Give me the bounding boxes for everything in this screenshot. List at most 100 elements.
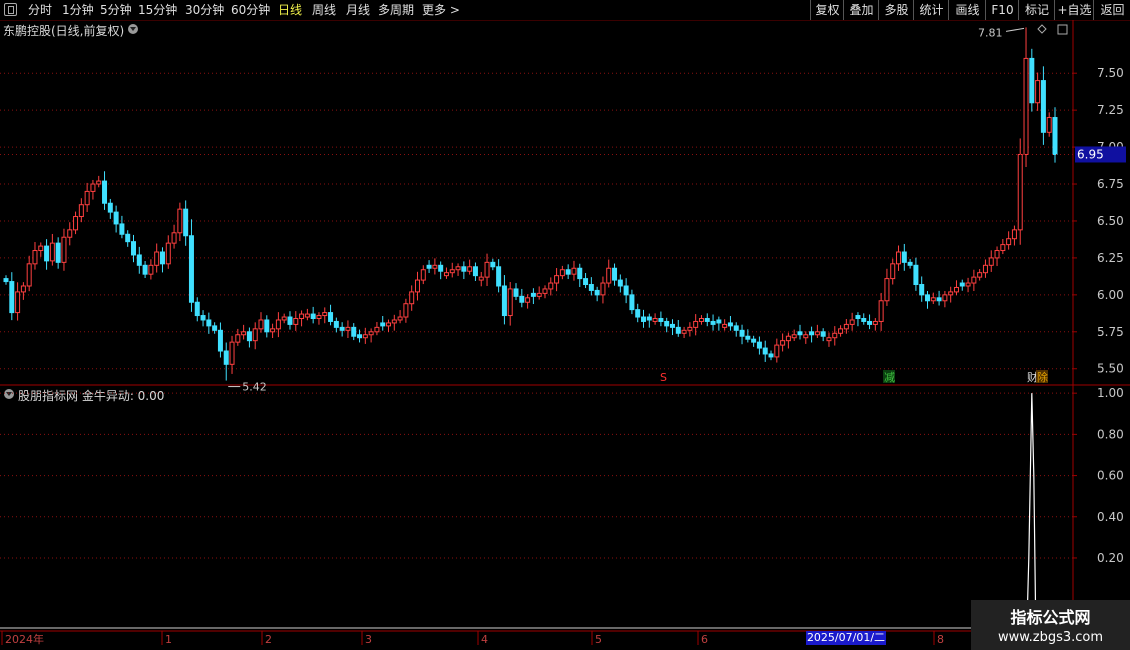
candle-body-74 [432, 264, 438, 269]
candle-body-179 [1040, 80, 1046, 133]
candle-body-37 [217, 329, 223, 352]
candle-body-92 [536, 292, 542, 297]
candle-body-73 [426, 264, 432, 269]
candle-body-80 [467, 266, 473, 272]
candle-body-4 [26, 263, 32, 287]
candle-body-43 [252, 328, 258, 342]
event-marker-3: 除 [1037, 370, 1048, 384]
candle-body-16 [96, 180, 102, 185]
candle-body-71 [414, 279, 420, 293]
candle-body-46 [270, 328, 276, 333]
candle-body-50 [293, 318, 299, 325]
candle-body-47 [275, 319, 281, 330]
time-label-3: 3 [365, 633, 372, 646]
candle-body-173 [1006, 238, 1012, 246]
candle-body-24 [142, 264, 148, 275]
candle-body-100 [583, 278, 589, 286]
candle-body-63 [368, 331, 374, 336]
candle-body-1 [9, 281, 15, 314]
candle-body-107 [623, 285, 629, 296]
candle-body-84 [490, 261, 496, 268]
crosshair-date-label: 2025/07/01/二 [806, 631, 886, 645]
candle-body-131 [762, 347, 768, 355]
candle-body-7 [44, 245, 50, 262]
max-price-label: 7.81 [978, 26, 1003, 39]
candle-body-78 [455, 266, 461, 271]
candle-body-44 [258, 319, 264, 330]
candle-body-31 [183, 208, 189, 237]
candle-body-53 [310, 313, 316, 320]
candle-body-69 [403, 303, 409, 318]
candle-body-45 [264, 319, 270, 333]
candle-body-72 [420, 269, 426, 281]
candle-body-149 [867, 320, 873, 325]
candle-body-13 [78, 204, 84, 218]
candle-body-175 [1017, 153, 1023, 231]
candle-body-91 [530, 292, 536, 297]
candle-body-58 [339, 326, 345, 331]
candle-body-123 [716, 319, 722, 324]
candle-body-155 [901, 251, 907, 263]
candle-body-40 [235, 334, 241, 343]
candle-body-23 [136, 254, 142, 266]
diamond-icon [1037, 24, 1047, 34]
current-price-label: 6.95 [1077, 147, 1104, 161]
candle-body-114 [664, 320, 670, 327]
candle-body-68 [397, 316, 403, 321]
candle-body-89 [519, 295, 525, 303]
candle-body-161 [936, 297, 942, 302]
candle-body-85 [496, 266, 502, 287]
main-tick-label-3: 6.75 [1097, 177, 1124, 191]
candle-body-66 [386, 322, 392, 327]
candle-body-135 [785, 335, 791, 342]
candle-body-163 [948, 291, 954, 296]
stock-chart[interactable]: 7.507.257.006.756.506.256.005.755.501.00… [0, 0, 1130, 650]
candle-body-136 [791, 334, 797, 339]
candle-body-29 [171, 232, 177, 244]
candle-body-153 [890, 263, 896, 280]
ind-tick-label-1: 0.80 [1097, 427, 1124, 441]
candle-body-133 [774, 344, 780, 358]
candle-body-164 [953, 286, 959, 293]
candle-body-128 [745, 335, 751, 340]
panel-max-icon [1057, 24, 1068, 35]
candle-body-60 [351, 326, 357, 337]
candle-body-64 [374, 326, 380, 333]
candle-body-32 [188, 235, 194, 303]
candle-body-86 [501, 285, 507, 317]
candle-body-81 [472, 266, 478, 277]
time-label-6: 6 [701, 633, 708, 646]
candle-body-174 [1011, 229, 1017, 240]
candle-body-126 [733, 325, 739, 331]
candle-body-70 [409, 291, 415, 305]
candle-body-67 [391, 319, 397, 324]
main-tick-label-6: 6.00 [1097, 288, 1124, 302]
candle-body-154 [896, 251, 902, 265]
candle-body-151 [878, 300, 884, 322]
candle-body-21 [125, 233, 131, 243]
ind-tick-label-4: 0.20 [1097, 551, 1124, 565]
candle-body-27 [159, 251, 165, 265]
candle-body-170 [988, 257, 994, 266]
main-tick-label-8: 5.50 [1097, 362, 1124, 376]
candle-body-5 [32, 250, 38, 265]
candle-body-90 [525, 297, 531, 303]
candle-body-8 [49, 242, 55, 262]
candle-body-148 [861, 318, 867, 322]
time-label-8: 8 [937, 633, 944, 646]
main-tick-label-5: 6.25 [1097, 251, 1124, 265]
watermark-title: 指标公式网 [1010, 608, 1091, 627]
indicator-line [1026, 393, 1037, 631]
candle-body-137 [797, 331, 803, 336]
candle-body-165 [959, 282, 965, 287]
candle-body-54 [316, 315, 322, 320]
candle-body-98 [571, 267, 577, 275]
candle-body-124 [722, 323, 728, 328]
candle-body-115 [669, 323, 675, 328]
candle-body-166 [965, 282, 971, 287]
ind-tick-label-3: 0.40 [1097, 510, 1124, 524]
main-tick-label-4: 6.50 [1097, 214, 1124, 228]
candle-body-105 [612, 267, 618, 281]
candle-body-49 [287, 316, 293, 325]
candle-body-102 [594, 289, 600, 296]
